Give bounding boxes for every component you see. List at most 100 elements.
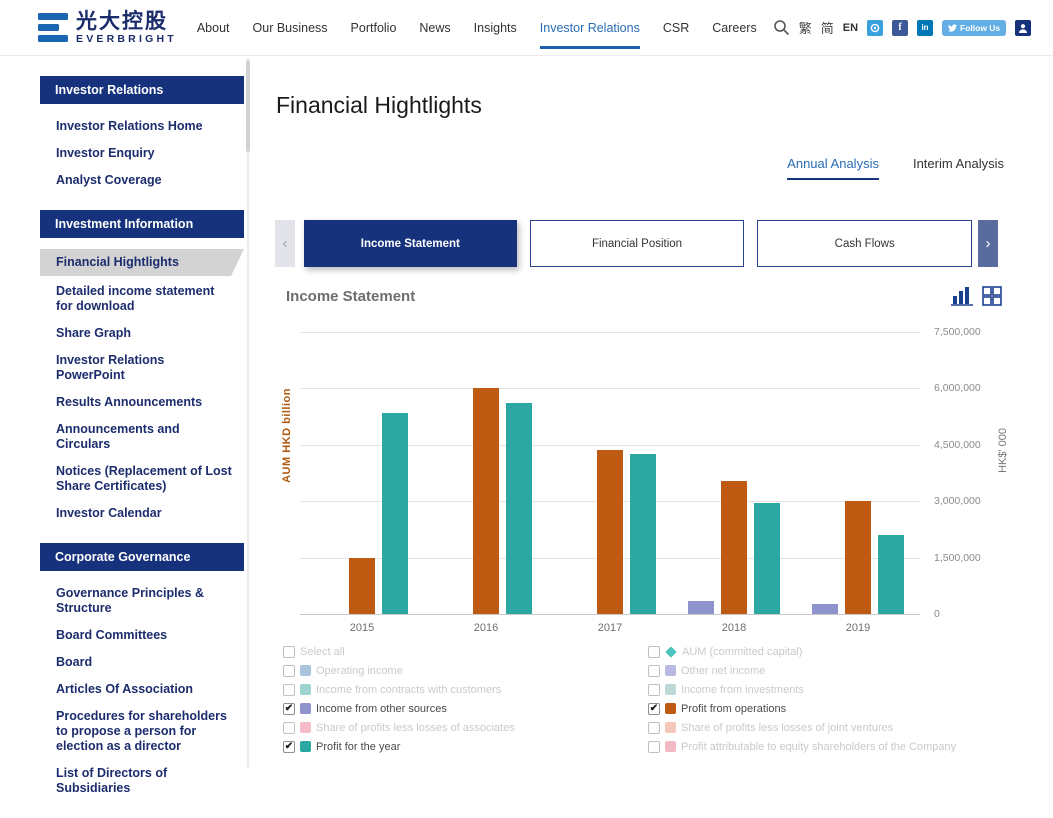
- linkedin-icon[interactable]: in: [917, 20, 933, 36]
- sidebar-section-investor-relations: Investor Relations Investor Relations Hom…: [40, 76, 244, 192]
- legend-item-operating-income[interactable]: Operating income: [283, 661, 643, 680]
- bar-income-from-other-sources-2019[interactable]: [812, 604, 838, 614]
- nav-item-investor-relations[interactable]: Investor Relations: [540, 15, 640, 41]
- bar-profit-for-the-year-2018[interactable]: [754, 503, 780, 614]
- sidebar-item-investor-enquiry[interactable]: Investor Enquiry: [40, 142, 244, 165]
- sidebar-item-announcements-and-circulars[interactable]: Announcements and Circulars: [40, 418, 244, 456]
- lang-simplified-chinese[interactable]: 简: [821, 18, 834, 37]
- analysis-tabs: Annual Analysis Interim Analysis: [787, 156, 1004, 180]
- legend-item-aum-committed-capital[interactable]: AUM (committed capital): [648, 642, 1008, 661]
- sidebar-item-detailed-income-statement-for-download[interactable]: Detailed income statement for download: [40, 280, 244, 318]
- page-title: Financial Hightlights: [276, 92, 482, 119]
- sidebar-item-board-committees[interactable]: Board Committees: [40, 624, 244, 647]
- statement-tab-financial-position[interactable]: Financial Position: [530, 220, 745, 267]
- sidebar-item-results-announcements[interactable]: Results Announcements: [40, 391, 244, 414]
- sidebar-item-investor-calendar[interactable]: Investor Calendar: [40, 502, 244, 525]
- legend-item-select-all[interactable]: Select all: [283, 642, 643, 661]
- sidebar-section-title-investment-information[interactable]: Investment Information: [40, 210, 244, 238]
- sidebar-item-share-graph[interactable]: Share Graph: [40, 322, 244, 345]
- everbright-logo-icon: [38, 12, 68, 44]
- legend-swatch-income-from-investments: [665, 684, 676, 695]
- nav-item-our-business[interactable]: Our Business: [253, 15, 328, 41]
- legend-item-other-net-income[interactable]: Other net income: [648, 661, 1008, 680]
- bar-profit-from-operations-2017[interactable]: [597, 450, 623, 614]
- carousel-prev-button[interactable]: ‹: [275, 220, 295, 267]
- statement-tab-cash-flows[interactable]: Cash Flows: [757, 220, 972, 267]
- facebook-icon[interactable]: f: [892, 20, 908, 36]
- legend-checkbox-select-all[interactable]: [283, 646, 295, 658]
- twitter-follow-button[interactable]: Follow Us: [942, 20, 1006, 36]
- logo[interactable]: 光大控股 EVERBRIGHT: [38, 11, 177, 45]
- y-tick-7-500-000: 7,500,000: [934, 326, 981, 338]
- sidebar-item-board[interactable]: Board: [40, 651, 244, 674]
- follow-us-label: Follow Us: [960, 23, 1000, 33]
- bar-profit-for-the-year-2019[interactable]: [878, 535, 904, 614]
- sidebar-item-articles-of-association[interactable]: Articles Of Association: [40, 678, 244, 701]
- bar-profit-from-operations-2015[interactable]: [349, 558, 375, 614]
- sidebar-item-governance-principles-structure[interactable]: Governance Principles & Structure: [40, 582, 244, 620]
- legend-item-profit-attributable-to-equity-shareholders-of-the-company[interactable]: Profit attributable to equity shareholde…: [648, 737, 1008, 756]
- legend-label-profit-for-the-year: Profit for the year: [316, 741, 400, 753]
- lang-traditional-chinese[interactable]: 繁: [799, 18, 812, 37]
- sidebar-item-list-of-directors-of-subsidiaries[interactable]: List of Directors of Subsidiaries: [40, 762, 244, 800]
- legend-checkbox-share-of-profits-less-losses-of-associates[interactable]: [283, 722, 295, 734]
- sidebar-item-financial-hightlights[interactable]: Financial Hightlights: [40, 249, 244, 276]
- x-label-2018: 2018: [704, 622, 764, 634]
- legend-checkbox-profit-attributable-to-equity-shareholders-of-the-company[interactable]: [648, 741, 660, 753]
- carousel-next-button[interactable]: ›: [978, 220, 998, 267]
- legend-checkbox-aum-committed-capital[interactable]: [648, 646, 660, 658]
- legend-checkbox-profit-for-the-year[interactable]: [283, 741, 295, 753]
- search-icon[interactable]: [773, 19, 790, 36]
- legend-checkbox-income-from-investments[interactable]: [648, 684, 660, 696]
- nav-item-portfolio[interactable]: Portfolio: [351, 15, 397, 41]
- nav-item-csr[interactable]: CSR: [663, 15, 689, 41]
- nav-item-careers[interactable]: Careers: [712, 15, 756, 41]
- legend-checkbox-income-from-contracts-with-customers[interactable]: [283, 684, 295, 696]
- bar-income-from-other-sources-2018[interactable]: [688, 601, 714, 614]
- nav-item-insights[interactable]: Insights: [474, 15, 517, 41]
- tab-annual-analysis[interactable]: Annual Analysis: [787, 156, 879, 180]
- legend-checkbox-share-of-profits-less-losses-of-joint-ventures[interactable]: [648, 722, 660, 734]
- lang-english[interactable]: EN: [843, 22, 858, 34]
- sidebar-section-title-corporate-governance[interactable]: Corporate Governance: [40, 543, 244, 571]
- legend-checkbox-operating-income[interactable]: [283, 665, 295, 677]
- weibo-icon[interactable]: [867, 20, 883, 36]
- sidebar-scrollbar-track[interactable]: [247, 58, 249, 768]
- bar-profit-from-operations-2016[interactable]: [473, 388, 499, 614]
- table-view-icon[interactable]: [982, 286, 1002, 306]
- sidebar-item-procedures-for-shareholders-to-propose-a-person-for-election-as-a-director[interactable]: Procedures for shareholders to propose a…: [40, 705, 244, 758]
- legend-item-profit-for-the-year[interactable]: Profit for the year: [283, 737, 643, 756]
- legend-item-income-from-investments[interactable]: Income from investments: [648, 680, 1008, 699]
- legend-item-income-from-contracts-with-customers[interactable]: Income from contracts with customers: [283, 680, 643, 699]
- bar-profit-from-operations-2019[interactable]: [845, 501, 871, 614]
- y-tick-4-500-000: 4,500,000: [934, 439, 981, 451]
- chart-view-icon[interactable]: [951, 286, 973, 306]
- member-icon[interactable]: [1015, 20, 1031, 36]
- sidebar-item-investor-relations-powerpoint[interactable]: Investor Relations PowerPoint: [40, 349, 244, 387]
- legend-item-income-from-other-sources[interactable]: Income from other sources: [283, 699, 643, 718]
- legend-checkbox-profit-from-operations[interactable]: [648, 703, 660, 715]
- bar-profit-from-operations-2018[interactable]: [721, 481, 747, 614]
- sidebar-section-title-investor-relations[interactable]: Investor Relations: [40, 76, 244, 104]
- x-label-2016: 2016: [456, 622, 516, 634]
- statement-tab-income-statement[interactable]: Income Statement: [304, 220, 517, 267]
- bar-profit-for-the-year-2017[interactable]: [630, 454, 656, 614]
- sidebar-item-analyst-coverage[interactable]: Analyst Coverage: [40, 169, 244, 192]
- legend-checkbox-other-net-income[interactable]: [648, 665, 660, 677]
- legend-item-profit-from-operations[interactable]: Profit from operations: [648, 699, 1008, 718]
- legend-item-share-of-profits-less-losses-of-associates[interactable]: Share of profits less losses of associat…: [283, 718, 643, 737]
- legend-swatch-share-of-profits-less-losses-of-associates: [300, 722, 311, 733]
- legend-item-share-of-profits-less-losses-of-joint-ventures[interactable]: Share of profits less losses of joint ve…: [648, 718, 1008, 737]
- y-tick-3-000-000: 3,000,000: [934, 495, 981, 507]
- logo-english: EVERBRIGHT: [76, 33, 177, 45]
- bar-profit-for-the-year-2016[interactable]: [506, 403, 532, 614]
- nav-item-about[interactable]: About: [197, 15, 230, 41]
- sidebar-item-investor-relations-home[interactable]: Investor Relations Home: [40, 115, 244, 138]
- legend-column-1: Select allOperating incomeIncome from co…: [283, 642, 643, 756]
- sidebar-item-notices-replacement-of-lost-share-certificates[interactable]: Notices (Replacement of Lost Share Certi…: [40, 460, 244, 498]
- tab-interim-analysis[interactable]: Interim Analysis: [913, 156, 1004, 180]
- legend-checkbox-income-from-other-sources[interactable]: [283, 703, 295, 715]
- sidebar-scrollbar-thumb[interactable]: [246, 60, 250, 152]
- bar-profit-for-the-year-2015[interactable]: [382, 413, 408, 614]
- nav-item-news[interactable]: News: [419, 15, 450, 41]
